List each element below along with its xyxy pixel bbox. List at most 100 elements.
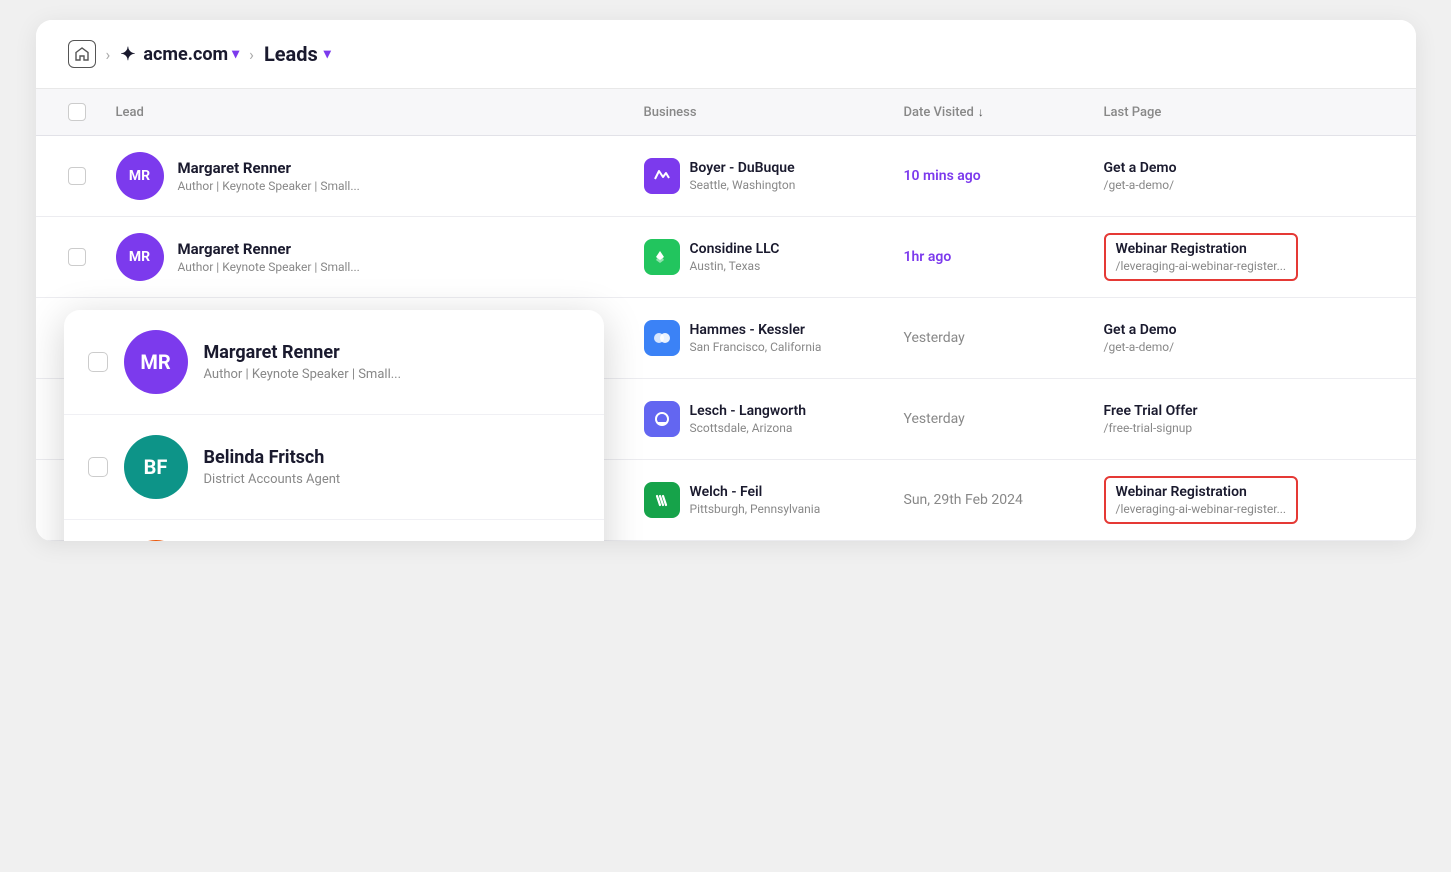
biz-name: Considine LLC bbox=[690, 241, 780, 257]
biz-location: Seattle, Washington bbox=[690, 178, 796, 192]
panel-list-item[interactable]: BF Belinda Fritsch District Accounts Age… bbox=[64, 415, 604, 520]
date-cell: Sun, 29th Feb 2024 bbox=[904, 492, 1104, 508]
leads-chevron: ▾ bbox=[324, 46, 331, 62]
sep-2: › bbox=[249, 45, 254, 64]
biz-name: Boyer - DuBuque bbox=[690, 160, 796, 176]
biz-info: Considine LLC Austin, Texas bbox=[690, 241, 780, 273]
breadcrumb: › ✦ acme.com ▾ › Leads ▾ bbox=[36, 20, 1416, 89]
th-date-label: Date Visited bbox=[904, 105, 974, 120]
last-page-cell: Webinar Registration/leveraging-ai-webin… bbox=[1104, 476, 1384, 524]
last-page-cell: Webinar Registration/leveraging-ai-webin… bbox=[1104, 233, 1384, 281]
biz-name: Welch - Feil bbox=[690, 484, 821, 500]
date-cell: Yesterday bbox=[904, 330, 1104, 346]
lead-name: Margaret Renner bbox=[178, 159, 360, 177]
lead-info: Margaret Renner Author | Keynote Speaker… bbox=[178, 159, 360, 193]
last-page-url: /get-a-demo/ bbox=[1104, 178, 1384, 192]
floating-panel: MR Margaret Renner Author | Keynote Spea… bbox=[64, 310, 604, 541]
panel-lead-name: Belinda Fritsch bbox=[204, 447, 341, 468]
biz-logo bbox=[644, 158, 680, 194]
biz-info: Boyer - DuBuque Seattle, Washington bbox=[690, 160, 796, 192]
biz-name: Lesch - Langworth bbox=[690, 403, 807, 419]
last-page-title: Get a Demo bbox=[1104, 160, 1384, 176]
biz-location: Pittsburgh, Pennsylvania bbox=[690, 502, 821, 516]
biz-info: Lesch - Langworth Scottsdale, Arizona bbox=[690, 403, 807, 435]
company-breadcrumb[interactable]: acme.com ▾ bbox=[143, 44, 239, 65]
biz-location: Scottsdale, Arizona bbox=[690, 421, 807, 435]
row-checkbox[interactable] bbox=[68, 248, 86, 266]
lead-cell: MR Margaret Renner Author | Keynote Spea… bbox=[116, 233, 644, 281]
lead-cell: MR Margaret Renner Author | Keynote Spea… bbox=[116, 152, 644, 200]
business-cell: Hammes - Kessler San Francisco, Californ… bbox=[644, 320, 904, 356]
business-cell: Welch - Feil Pittsburgh, Pennsylvania bbox=[644, 482, 904, 518]
last-page-cell: Get a Demo/get-a-demo/ bbox=[1104, 322, 1384, 354]
table-header: Lead Business Date Visited ↓ Last Page bbox=[36, 89, 1416, 136]
panel-lead-name: Margaret Renner bbox=[204, 342, 402, 363]
sep-1: › bbox=[106, 45, 111, 64]
th-last-page: Last Page bbox=[1104, 105, 1384, 120]
biz-logo bbox=[644, 482, 680, 518]
last-page-title: Webinar Registration bbox=[1116, 241, 1287, 257]
row-checkbox[interactable] bbox=[68, 167, 86, 185]
biz-location: Austin, Texas bbox=[690, 259, 780, 273]
row-checkbox-cell bbox=[68, 167, 116, 185]
biz-name: Hammes - Kessler bbox=[690, 322, 822, 338]
panel-avatar: BF bbox=[124, 435, 188, 499]
biz-info: Hammes - Kessler San Francisco, Californ… bbox=[690, 322, 822, 354]
panel-lead-title: District Accounts Agent bbox=[204, 472, 341, 487]
biz-logo bbox=[644, 239, 680, 275]
last-page-url: /free-trial-signup bbox=[1104, 421, 1384, 435]
table-row[interactable]: MR Margaret Renner Author | Keynote Spea… bbox=[36, 217, 1416, 298]
company-label: acme.com bbox=[143, 44, 228, 65]
company-chevron: ▾ bbox=[232, 46, 239, 62]
main-container: › ✦ acme.com ▾ › Leads ▾ Lead Business D… bbox=[36, 20, 1416, 541]
panel-lead-info: Margaret Renner Author | Keynote Speaker… bbox=[204, 342, 402, 382]
business-cell: Lesch - Langworth Scottsdale, Arizona bbox=[644, 401, 904, 437]
spark-icon: ✦ bbox=[120, 44, 135, 65]
last-page-title: Webinar Registration bbox=[1116, 484, 1287, 500]
biz-logo bbox=[644, 320, 680, 356]
date-cell: 1hr ago bbox=[904, 249, 1104, 265]
th-business-label: Business bbox=[644, 105, 697, 120]
panel-avatar: TB bbox=[124, 540, 188, 541]
panel-checkbox[interactable] bbox=[88, 457, 108, 477]
business-cell: Boyer - DuBuque Seattle, Washington bbox=[644, 158, 904, 194]
leads-breadcrumb[interactable]: Leads ▾ bbox=[264, 42, 331, 66]
th-last-page-label: Last Page bbox=[1104, 105, 1162, 120]
date-cell: Yesterday bbox=[904, 411, 1104, 427]
home-icon[interactable] bbox=[68, 40, 96, 68]
last-page-title: Get a Demo bbox=[1104, 322, 1384, 338]
panel-lead-info: Belinda Fritsch District Accounts Agent bbox=[204, 447, 341, 487]
panel-list-item[interactable]: TB Todd Blanda Investor Accounts Associa… bbox=[64, 520, 604, 541]
panel-lead-title: Author | Keynote Speaker | Small... bbox=[204, 367, 402, 382]
sort-arrow-icon: ↓ bbox=[978, 105, 984, 119]
leads-label: Leads bbox=[264, 42, 318, 66]
lead-name: Margaret Renner bbox=[178, 240, 360, 258]
panel-list-item[interactable]: MR Margaret Renner Author | Keynote Spea… bbox=[64, 310, 604, 415]
panel-avatar: MR bbox=[124, 330, 188, 394]
lead-avatar: MR bbox=[116, 152, 164, 200]
last-page-title: Free Trial Offer bbox=[1104, 403, 1384, 419]
biz-logo bbox=[644, 401, 680, 437]
lead-title: Author | Keynote Speaker | Small... bbox=[178, 260, 360, 274]
th-lead-label: Lead bbox=[116, 105, 144, 120]
th-checkbox bbox=[68, 103, 116, 121]
row-checkbox-cell bbox=[68, 248, 116, 266]
lead-avatar: MR bbox=[116, 233, 164, 281]
biz-info: Welch - Feil Pittsburgh, Pennsylvania bbox=[690, 484, 821, 516]
last-page-url: /get-a-demo/ bbox=[1104, 340, 1384, 354]
business-cell: Considine LLC Austin, Texas bbox=[644, 239, 904, 275]
lead-title: Author | Keynote Speaker | Small... bbox=[178, 179, 360, 193]
date-cell: 10 mins ago bbox=[904, 168, 1104, 184]
th-lead: Lead bbox=[116, 105, 644, 120]
last-page-url: /leveraging-ai-webinar-register... bbox=[1116, 502, 1287, 516]
biz-location: San Francisco, California bbox=[690, 340, 822, 354]
panel-checkbox[interactable] bbox=[88, 352, 108, 372]
last-page-cell: Get a Demo/get-a-demo/ bbox=[1104, 160, 1384, 192]
table-row[interactable]: MR Margaret Renner Author | Keynote Spea… bbox=[36, 136, 1416, 217]
last-page-url: /leveraging-ai-webinar-register... bbox=[1116, 259, 1287, 273]
select-all-checkbox[interactable] bbox=[68, 103, 86, 121]
lead-info: Margaret Renner Author | Keynote Speaker… bbox=[178, 240, 360, 274]
last-page-cell: Free Trial Offer/free-trial-signup bbox=[1104, 403, 1384, 435]
th-date-visited[interactable]: Date Visited ↓ bbox=[904, 105, 1104, 120]
th-business: Business bbox=[644, 105, 904, 120]
